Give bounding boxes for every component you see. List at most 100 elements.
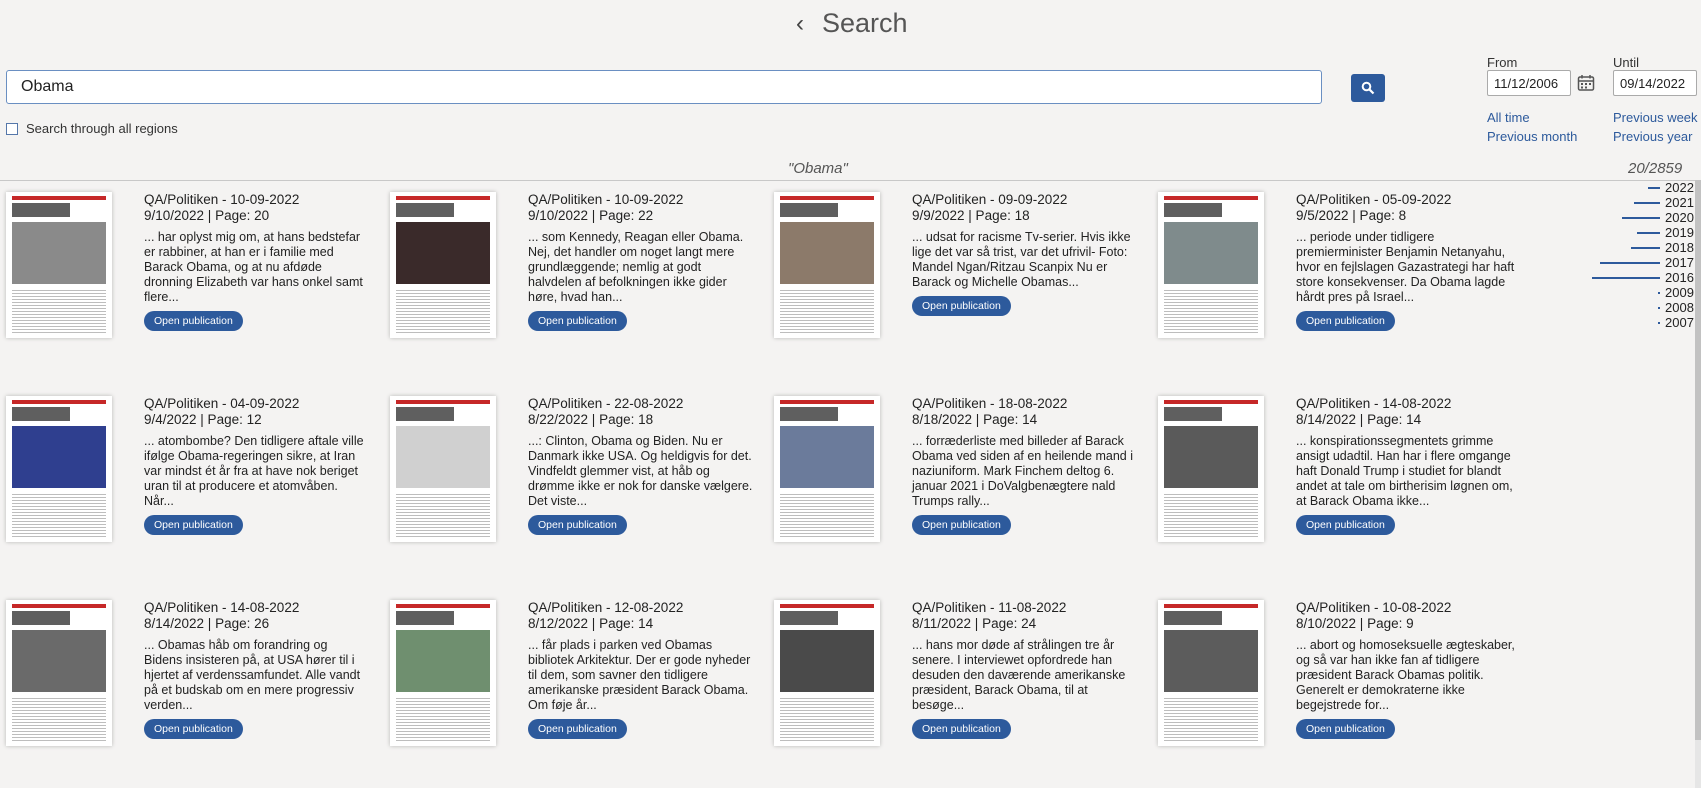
result-card: QA/Politiken - 05-09-2022 9/5/2022 | Pag… xyxy=(1152,186,1536,356)
result-source: QA/Politiken - 18-08-2022 xyxy=(912,396,1068,411)
chevron-left-icon[interactable]: ‹ xyxy=(796,10,804,38)
year-timeline: 2022 2021 2020 2019 2018 2017 2016 2009 2008 2007 xyxy=(1590,180,1701,340)
timeline-bar xyxy=(1637,232,1660,234)
result-snippet: ... får plads i parken ved Obamas biblio… xyxy=(528,638,751,712)
result-card: QA/Politiken - 10-08-2022 8/10/2022 | Pa… xyxy=(1152,594,1536,764)
timeline-year-row[interactable]: 2020 xyxy=(1590,210,1701,225)
open-publication-button[interactable]: Open publication xyxy=(1296,311,1395,331)
timeline-year-label: 2021 xyxy=(1665,195,1694,210)
result-date-page: 9/10/2022 | Page: 22 xyxy=(528,208,654,223)
search-icon xyxy=(1361,81,1375,95)
timeline-year-row[interactable]: 2007 xyxy=(1590,315,1701,330)
timeline-bar xyxy=(1622,217,1660,219)
timeline-year-label: 2009 xyxy=(1665,285,1694,300)
until-date-input[interactable] xyxy=(1613,70,1697,96)
region-label: Search through all regions xyxy=(26,121,178,136)
result-snippet: ... forræderliste med billeder af Barack… xyxy=(912,434,1133,508)
from-date-input[interactable] xyxy=(1487,70,1571,96)
scrollbar-thumb[interactable] xyxy=(1695,180,1701,740)
open-publication-button[interactable]: Open publication xyxy=(912,719,1011,739)
timeline-year-label: 2019 xyxy=(1665,225,1694,240)
timeline-bar xyxy=(1631,247,1660,249)
publication-thumbnail[interactable] xyxy=(390,600,496,746)
page-title: Search xyxy=(822,8,908,38)
calendar-icon[interactable] xyxy=(1577,74,1595,92)
timeline-bar xyxy=(1658,292,1660,294)
result-card: QA/Politiken - 11-08-2022 8/11/2022 | Pa… xyxy=(768,594,1152,764)
publication-thumbnail[interactable] xyxy=(390,192,496,338)
publication-thumbnail[interactable] xyxy=(774,600,880,746)
results-grid: QA/Politiken - 10-09-2022 9/10/2022 | Pa… xyxy=(0,186,1600,786)
timeline-bar xyxy=(1658,307,1660,309)
result-source: QA/Politiken - 10-08-2022 xyxy=(1296,600,1452,615)
publication-thumbnail[interactable] xyxy=(6,396,112,542)
timeline-year-row[interactable]: 2008 xyxy=(1590,300,1701,315)
scrollbar[interactable] xyxy=(1695,180,1701,788)
all-time-link[interactable]: All time xyxy=(1487,110,1530,125)
previous-week-link[interactable]: Previous week xyxy=(1613,110,1698,125)
result-card: QA/Politiken - 14-08-2022 8/14/2022 | Pa… xyxy=(0,594,384,764)
result-date-page: 8/14/2022 | Page: 26 xyxy=(144,616,270,631)
result-snippet: ... konspirationssegmentets grimme ansig… xyxy=(1296,434,1513,508)
timeline-year-row[interactable]: 2009 xyxy=(1590,285,1701,300)
publication-thumbnail[interactable] xyxy=(774,396,880,542)
previous-year-link[interactable]: Previous year xyxy=(1613,129,1692,144)
result-card: QA/Politiken - 14-08-2022 8/14/2022 | Pa… xyxy=(1152,390,1536,560)
timeline-year-row[interactable]: 2022 xyxy=(1590,180,1701,195)
header: ‹ Search xyxy=(0,0,1701,50)
result-source: QA/Politiken - 05-09-2022 xyxy=(1296,192,1452,207)
open-publication-button[interactable]: Open publication xyxy=(912,296,1011,316)
timeline-year-label: 2016 xyxy=(1665,270,1694,285)
publication-thumbnail[interactable] xyxy=(774,192,880,338)
timeline-year-label: 2007 xyxy=(1665,315,1694,330)
result-snippet: ...: Clinton, Obama og Biden. Nu er Danm… xyxy=(528,434,753,508)
timeline-year-row[interactable]: 2016 xyxy=(1590,270,1701,285)
open-publication-button[interactable]: Open publication xyxy=(144,719,243,739)
search-button[interactable] xyxy=(1351,74,1385,102)
open-publication-button[interactable]: Open publication xyxy=(528,311,627,331)
timeline-year-row[interactable]: 2017 xyxy=(1590,255,1701,270)
result-card: QA/Politiken - 12-08-2022 8/12/2022 | Pa… xyxy=(384,594,768,764)
result-source: QA/Politiken - 11-08-2022 xyxy=(912,600,1067,615)
result-source: QA/Politiken - 04-09-2022 xyxy=(144,396,300,411)
result-source: QA/Politiken - 10-09-2022 xyxy=(144,192,300,207)
until-label: Until xyxy=(1613,55,1640,70)
timeline-year-label: 2020 xyxy=(1665,210,1694,225)
publication-thumbnail[interactable] xyxy=(6,600,112,746)
open-publication-button[interactable]: Open publication xyxy=(528,719,627,739)
result-snippet: ... hans mor døde af strålingen tre år s… xyxy=(912,638,1126,712)
result-card: QA/Politiken - 10-09-2022 9/10/2022 | Pa… xyxy=(0,186,384,356)
result-card: QA/Politiken - 18-08-2022 8/18/2022 | Pa… xyxy=(768,390,1152,560)
open-publication-button[interactable]: Open publication xyxy=(912,515,1011,535)
open-publication-button[interactable]: Open publication xyxy=(1296,515,1395,535)
search-input[interactable] xyxy=(6,70,1322,104)
region-toggle[interactable]: Search through all regions xyxy=(6,121,178,136)
region-checkbox[interactable] xyxy=(6,122,18,135)
timeline-bar xyxy=(1600,262,1660,264)
open-publication-button[interactable]: Open publication xyxy=(144,515,243,535)
result-card: QA/Politiken - 10-09-2022 9/10/2022 | Pa… xyxy=(384,186,768,356)
open-publication-button[interactable]: Open publication xyxy=(528,515,627,535)
result-date-page: 8/18/2022 | Page: 14 xyxy=(912,412,1038,427)
result-card: QA/Politiken - 04-09-2022 9/4/2022 | Pag… xyxy=(0,390,384,560)
result-snippet: ... abort og homoseksuelle ægteskaber, o… xyxy=(1296,638,1515,712)
timeline-year-row[interactable]: 2021 xyxy=(1590,195,1701,210)
result-snippet: ... som Kennedy, Reagan eller Obama. Nej… xyxy=(528,230,744,304)
open-publication-button[interactable]: Open publication xyxy=(1296,719,1395,739)
result-date-page: 9/10/2022 | Page: 20 xyxy=(144,208,270,223)
publication-thumbnail[interactable] xyxy=(6,192,112,338)
query-echo: "Obama" xyxy=(788,160,848,177)
open-publication-button[interactable]: Open publication xyxy=(144,311,243,331)
publication-thumbnail[interactable] xyxy=(1158,600,1264,746)
timeline-year-row[interactable]: 2018 xyxy=(1590,240,1701,255)
publication-thumbnail[interactable] xyxy=(1158,396,1264,542)
result-source: QA/Politiken - 09-09-2022 xyxy=(912,192,1068,207)
previous-month-link[interactable]: Previous month xyxy=(1487,129,1577,144)
publication-thumbnail[interactable] xyxy=(390,396,496,542)
result-date-page: 8/10/2022 | Page: 9 xyxy=(1296,616,1414,631)
timeline-year-label: 2017 xyxy=(1665,255,1694,270)
timeline-year-row[interactable]: 2019 xyxy=(1590,225,1701,240)
timeline-bar xyxy=(1592,277,1660,279)
result-source: QA/Politiken - 10-09-2022 xyxy=(528,192,684,207)
publication-thumbnail[interactable] xyxy=(1158,192,1264,338)
